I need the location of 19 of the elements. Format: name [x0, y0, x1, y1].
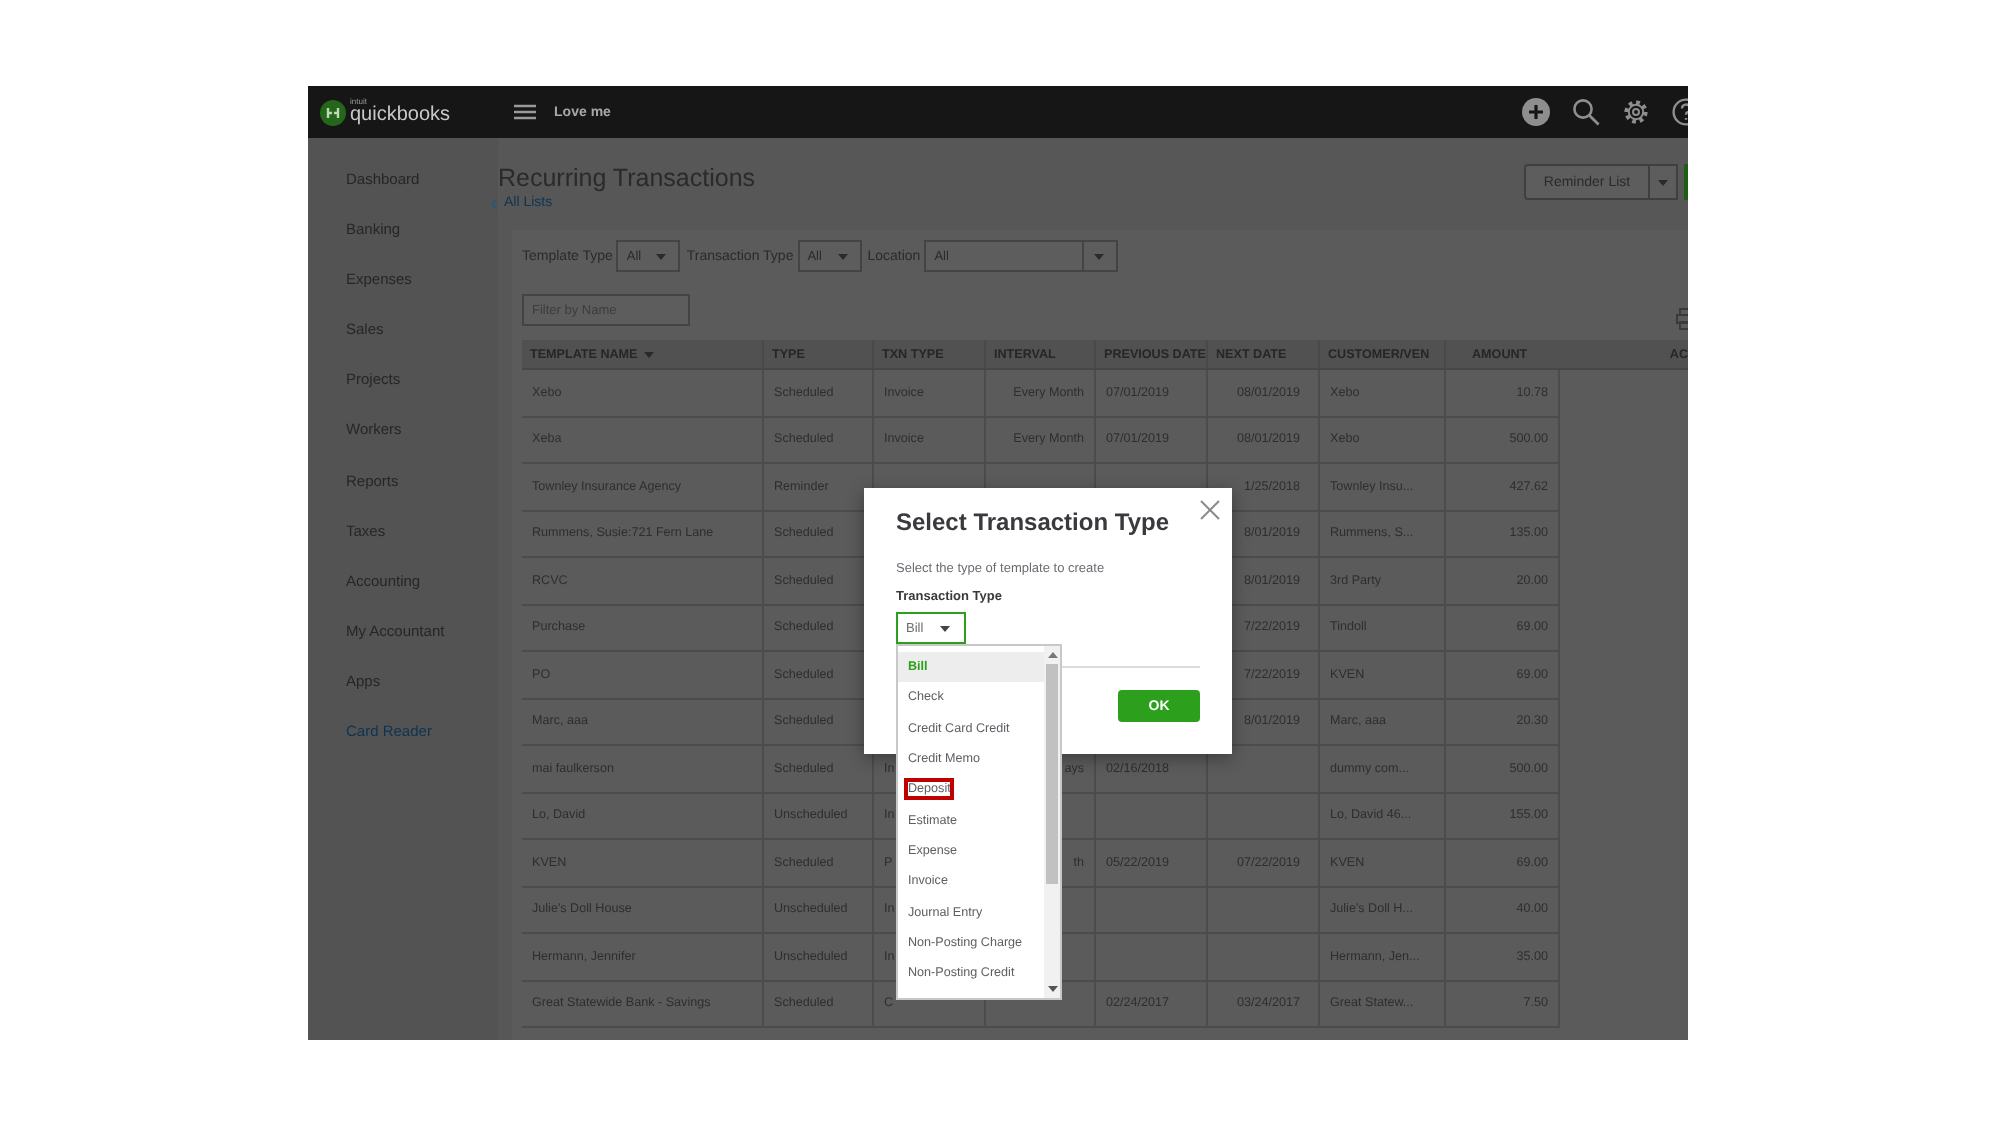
plus-icon[interactable]	[1522, 98, 1550, 126]
brand-name: quickbooks	[350, 106, 451, 126]
caret-icon	[939, 625, 950, 631]
caret-icon	[837, 253, 848, 259]
settings-icon[interactable]	[1622, 98, 1650, 126]
caret-icon	[1658, 179, 1668, 185]
table-cell	[1208, 746, 1320, 793]
search-icon[interactable]	[1572, 98, 1600, 126]
caret-icon	[1094, 253, 1105, 259]
dialog-title: Select Transaction Type	[896, 508, 1169, 538]
chevron-icon	[490, 197, 498, 209]
scroll-down-icon[interactable]	[1047, 986, 1057, 992]
menu-icon[interactable]	[514, 104, 537, 120]
caret-icon	[656, 253, 667, 259]
sort-icon	[643, 351, 654, 357]
scroll-up-icon[interactable]	[1047, 652, 1057, 658]
close-icon[interactable]	[1200, 500, 1220, 520]
logo-icon	[320, 99, 346, 125]
scrollbar[interactable]	[1044, 646, 1060, 998]
